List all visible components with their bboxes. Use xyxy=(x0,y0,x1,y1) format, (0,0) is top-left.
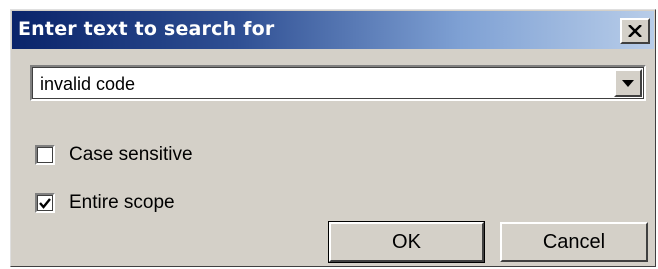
title-bar[interactable]: Enter text to search for xyxy=(12,11,654,49)
ok-button[interactable]: OK xyxy=(328,221,485,263)
dialog-title: Enter text to search for xyxy=(18,18,275,40)
case-sensitive-checkbox[interactable] xyxy=(35,145,55,165)
search-input[interactable] xyxy=(36,71,610,97)
entire-scope-label: Entire scope xyxy=(69,192,175,213)
close-button[interactable] xyxy=(620,18,650,44)
close-x-icon xyxy=(628,25,642,37)
search-dialog: Enter text to search for Case sensitive … xyxy=(10,9,656,267)
checkmark-icon xyxy=(39,197,51,209)
case-sensitive-label: Case sensitive xyxy=(69,144,193,165)
entire-scope-checkbox[interactable] xyxy=(35,193,55,213)
cancel-button[interactable]: Cancel xyxy=(500,222,648,262)
chevron-down-icon xyxy=(622,79,634,87)
case-sensitive-option[interactable]: Case sensitive xyxy=(35,144,193,166)
search-combobox[interactable] xyxy=(30,65,646,101)
dropdown-button[interactable] xyxy=(614,69,642,97)
entire-scope-option[interactable]: Entire scope xyxy=(35,192,175,214)
